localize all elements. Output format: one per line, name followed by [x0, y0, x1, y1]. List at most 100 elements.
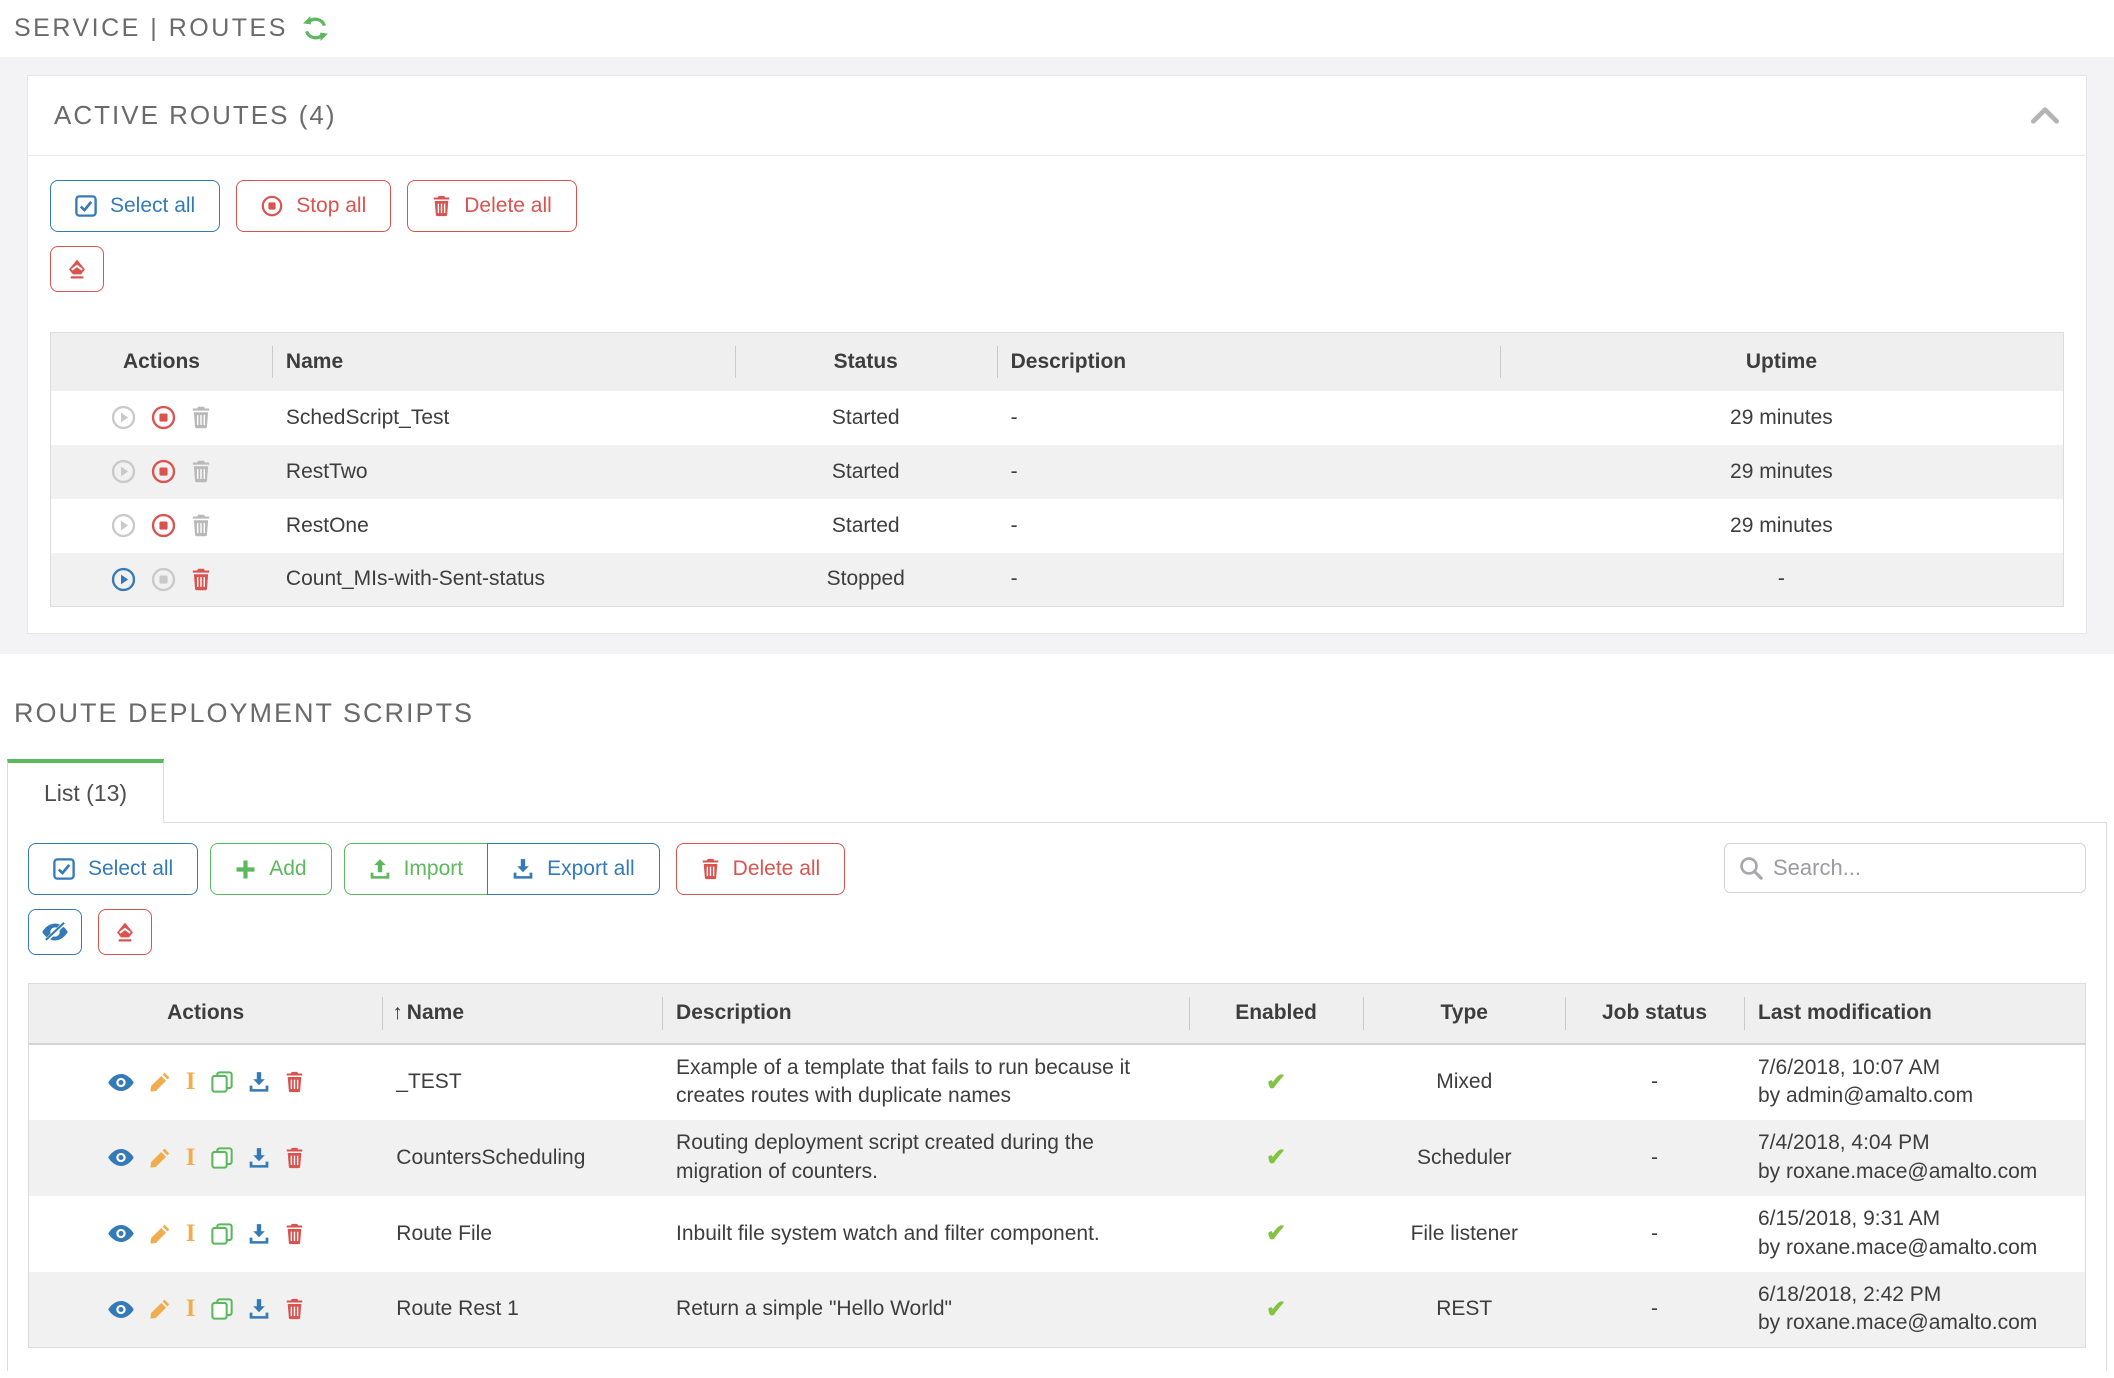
column-header-enabled[interactable]: Enabled	[1189, 984, 1364, 1044]
view-icon[interactable]	[108, 1149, 134, 1166]
trash-icon[interactable]	[285, 1223, 304, 1245]
deployment-scripts-table: Actions ↑Name Description Enabled Type J…	[28, 983, 2086, 1348]
trash-icon[interactable]	[191, 460, 211, 483]
sort-asc-icon: ↑	[392, 1001, 403, 1024]
edit-pencil-icon[interactable]	[149, 1147, 171, 1169]
select-all-routes-button[interactable]: Select all	[50, 180, 220, 232]
route-name: RestOne	[272, 499, 735, 553]
select-all-label: Select all	[110, 194, 195, 218]
download-icon[interactable]	[248, 1071, 270, 1093]
duplicate-icon[interactable]	[211, 1071, 233, 1093]
check-icon: ✔	[1266, 1069, 1286, 1096]
duplicate-icon[interactable]	[211, 1147, 233, 1169]
select-all-label: Select all	[88, 857, 173, 881]
delete-all-scripts-button[interactable]: Delete all	[676, 843, 846, 895]
trash-icon[interactable]	[191, 514, 211, 537]
play-icon[interactable]	[111, 513, 136, 538]
download-icon[interactable]	[248, 1223, 270, 1245]
section-title: ROUTE DEPLOYMENT SCRIPTS	[14, 698, 2114, 729]
plus-icon	[235, 859, 256, 880]
script-job-status: -	[1565, 1272, 1744, 1348]
view-icon[interactable]	[108, 1225, 134, 1242]
table-row: RestOne Started - 29 minutes	[51, 499, 2064, 553]
edit-pencil-icon[interactable]	[149, 1071, 171, 1093]
play-icon[interactable]	[111, 567, 136, 592]
table-row: I Route File Inbuilt file system watch a…	[29, 1196, 2086, 1272]
trash-icon[interactable]	[285, 1147, 304, 1169]
toggle-columns-button[interactable]	[28, 909, 82, 955]
trash-icon[interactable]	[285, 1298, 304, 1320]
chevron-up-icon[interactable]	[2030, 106, 2060, 125]
download-icon[interactable]	[248, 1147, 270, 1169]
deployment-scripts-section: ROUTE DEPLOYMENT SCRIPTS List (13) Selec…	[0, 698, 2114, 1371]
import-button[interactable]: Import	[344, 843, 489, 895]
eraser-icon	[114, 921, 136, 943]
column-header-type[interactable]: Type	[1363, 984, 1565, 1044]
column-header-name[interactable]: ↑Name	[382, 984, 662, 1044]
page-header: SERVICE | ROUTES	[0, 0, 2114, 57]
add-label: Add	[269, 857, 306, 881]
route-status: Started	[735, 445, 997, 499]
add-button[interactable]: Add	[210, 843, 331, 895]
stop-icon[interactable]	[151, 459, 176, 484]
check-icon: ✔	[1266, 1296, 1286, 1323]
stop-all-button[interactable]: Stop all	[236, 180, 391, 232]
column-header-name: Name	[272, 333, 735, 391]
modified-date: 7/4/2018, 4:04 PM	[1758, 1129, 2085, 1157]
checkbox-icon	[75, 195, 97, 217]
delete-all-routes-button[interactable]: Delete all	[407, 180, 577, 232]
tab-list[interactable]: List (13)	[7, 759, 164, 823]
modified-date: 6/15/2018, 9:31 AM	[1758, 1205, 2085, 1233]
play-icon[interactable]	[111, 405, 136, 430]
play-icon[interactable]	[111, 459, 136, 484]
script-description: Inbuilt file system watch and filter com…	[662, 1196, 1189, 1272]
column-header-description[interactable]: Description	[662, 984, 1189, 1044]
stop-icon[interactable]	[151, 405, 176, 430]
edit-pencil-icon[interactable]	[149, 1223, 171, 1245]
stop-icon[interactable]	[151, 513, 176, 538]
script-job-status: -	[1565, 1044, 1744, 1120]
download-icon[interactable]	[248, 1298, 270, 1320]
clear-selection-button[interactable]	[50, 246, 104, 292]
stop-icon[interactable]	[151, 567, 176, 592]
rename-cursor-icon[interactable]: I	[186, 1147, 196, 1169]
rename-cursor-icon[interactable]: I	[186, 1071, 196, 1093]
script-name: _TEST	[382, 1044, 662, 1120]
tab-list-label: List (13)	[44, 780, 127, 807]
trash-icon	[432, 195, 451, 217]
stop-all-label: Stop all	[296, 194, 366, 218]
script-type: File listener	[1363, 1196, 1565, 1272]
column-header-job-status[interactable]: Job status	[1565, 984, 1744, 1044]
active-routes-panel: ACTIVE ROUTES (4) Select all	[27, 75, 2087, 634]
duplicate-icon[interactable]	[211, 1298, 233, 1320]
export-all-button[interactable]: Export all	[487, 843, 660, 895]
tab-bar: List (13)	[7, 759, 2107, 823]
trash-icon[interactable]	[285, 1071, 304, 1093]
refresh-icon[interactable]	[302, 15, 329, 42]
route-description: -	[997, 499, 1500, 553]
import-label: Import	[404, 857, 464, 881]
table-row: I _TEST Example of a template that fails…	[29, 1044, 2086, 1120]
tab-bar-filler	[164, 759, 2107, 823]
edit-pencil-icon[interactable]	[149, 1298, 171, 1320]
route-name: Count_MIs-with-Sent-status	[272, 553, 735, 607]
view-icon[interactable]	[108, 1074, 134, 1091]
delete-all-label: Delete all	[733, 857, 821, 881]
export-all-label: Export all	[547, 857, 635, 881]
script-description: Example of a template that fails to run …	[662, 1044, 1189, 1120]
trash-icon[interactable]	[191, 568, 211, 591]
duplicate-icon[interactable]	[211, 1223, 233, 1245]
script-name: Route Rest 1	[382, 1272, 662, 1348]
clear-filters-button[interactable]	[98, 909, 152, 955]
rename-cursor-icon[interactable]: I	[186, 1298, 196, 1320]
search-input[interactable]	[1773, 855, 2071, 881]
table-row: SchedScript_Test Started - 29 minutes	[51, 391, 2064, 445]
view-icon[interactable]	[108, 1301, 134, 1318]
column-header-status: Status	[735, 333, 997, 391]
trash-icon[interactable]	[191, 406, 211, 429]
rename-cursor-icon[interactable]: I	[186, 1223, 196, 1245]
stop-icon	[261, 195, 283, 217]
active-routes-panel-header: ACTIVE ROUTES (4)	[28, 76, 2086, 156]
select-all-scripts-button[interactable]: Select all	[28, 843, 198, 895]
column-header-last-modification[interactable]: Last modification	[1744, 984, 2086, 1044]
